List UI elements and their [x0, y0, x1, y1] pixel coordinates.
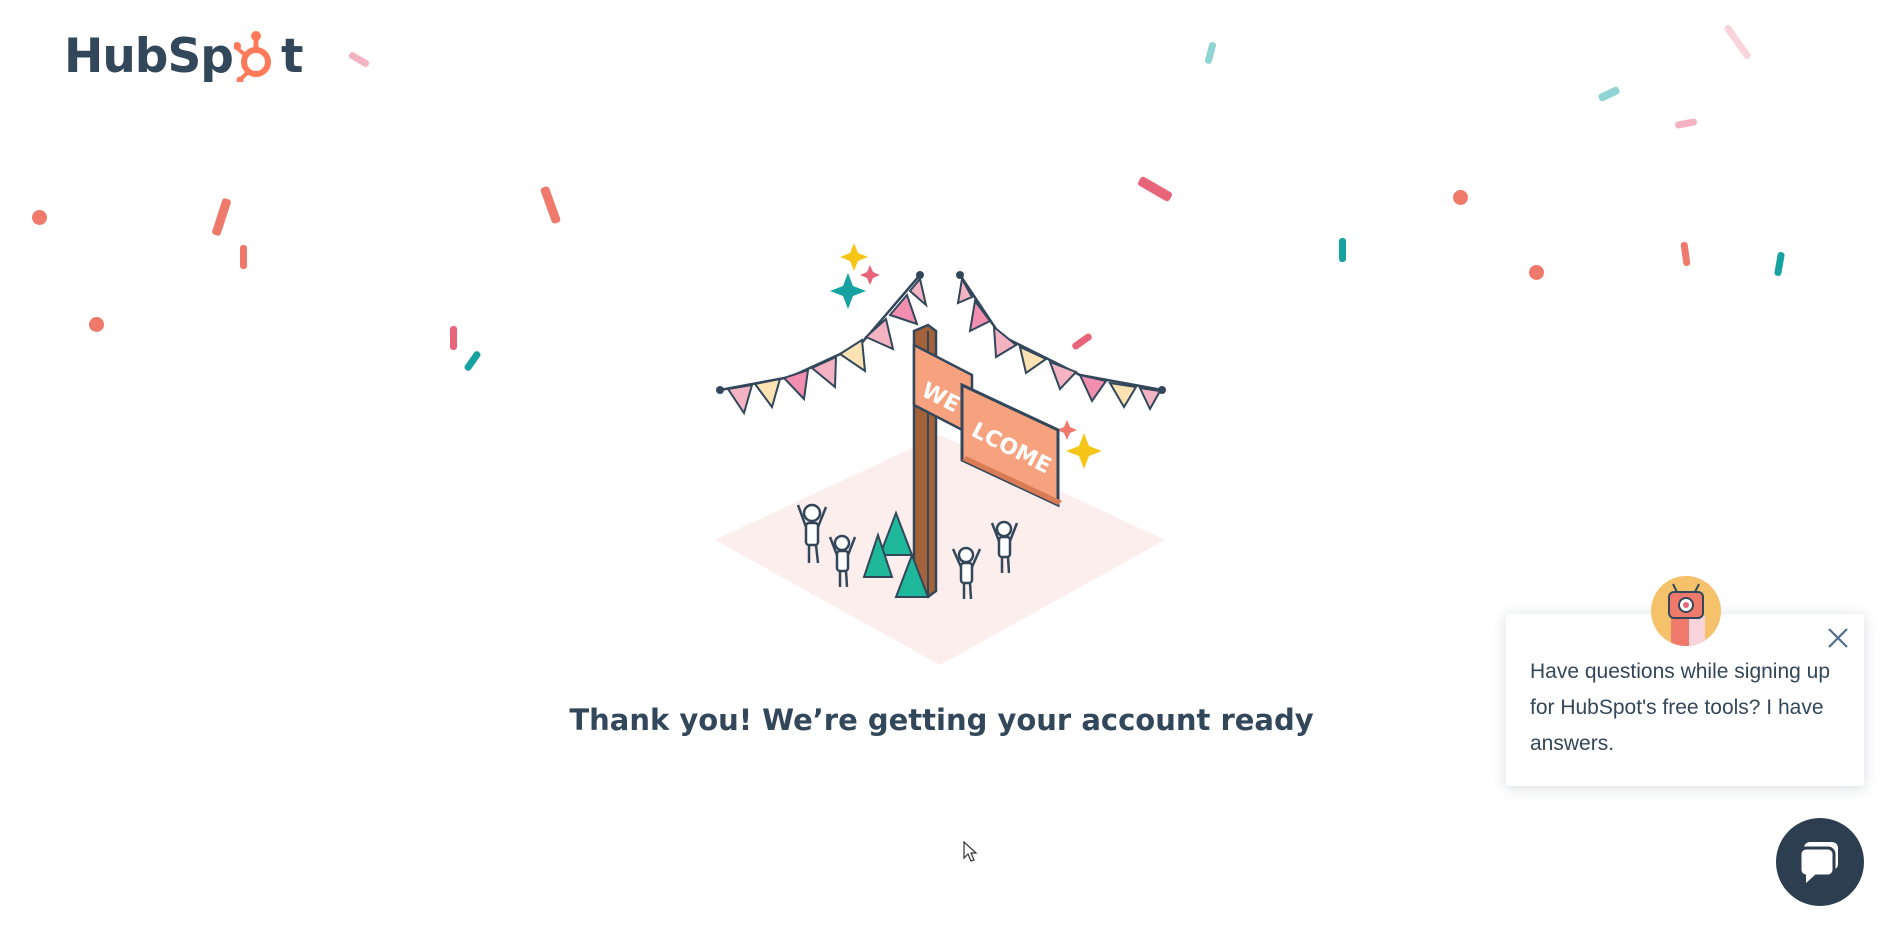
confetti-piece [240, 245, 247, 269]
confetti-dot [1453, 190, 1468, 205]
confetti-piece [347, 50, 371, 69]
hubspot-logo[interactable]: HubSp t [64, 26, 303, 86]
chat-launcher-button[interactable] [1776, 818, 1864, 906]
chat-bubble-icon [1796, 836, 1844, 889]
confetti-dot [89, 317, 104, 332]
confetti-piece [1136, 175, 1174, 203]
confetti-dot [1529, 265, 1544, 280]
confetti-piece [1680, 241, 1691, 267]
confetti-piece [450, 326, 457, 350]
welcome-illustration: WE LCOME [700, 235, 1180, 675]
confetti-piece [211, 197, 232, 237]
mouse-cursor-icon [963, 840, 979, 868]
confetti-piece [539, 185, 562, 225]
close-icon[interactable] [1824, 624, 1852, 652]
chat-prompt-message: Have questions while signing up for HubS… [1530, 660, 1831, 755]
logo-text-right: t [280, 28, 303, 84]
confetti-piece [463, 349, 482, 373]
confetti-piece [1597, 85, 1621, 103]
confetti-piece [1204, 41, 1217, 65]
confetti-piece [1339, 238, 1346, 262]
confetti-dot [32, 210, 47, 225]
confetti-piece [1773, 251, 1786, 277]
confetti-piece [1674, 118, 1698, 129]
chatbot-avatar [1651, 576, 1721, 646]
sprocket-icon [233, 30, 280, 82]
logo-text-left: HubSp [64, 28, 234, 84]
confetti-piece [1723, 23, 1752, 61]
